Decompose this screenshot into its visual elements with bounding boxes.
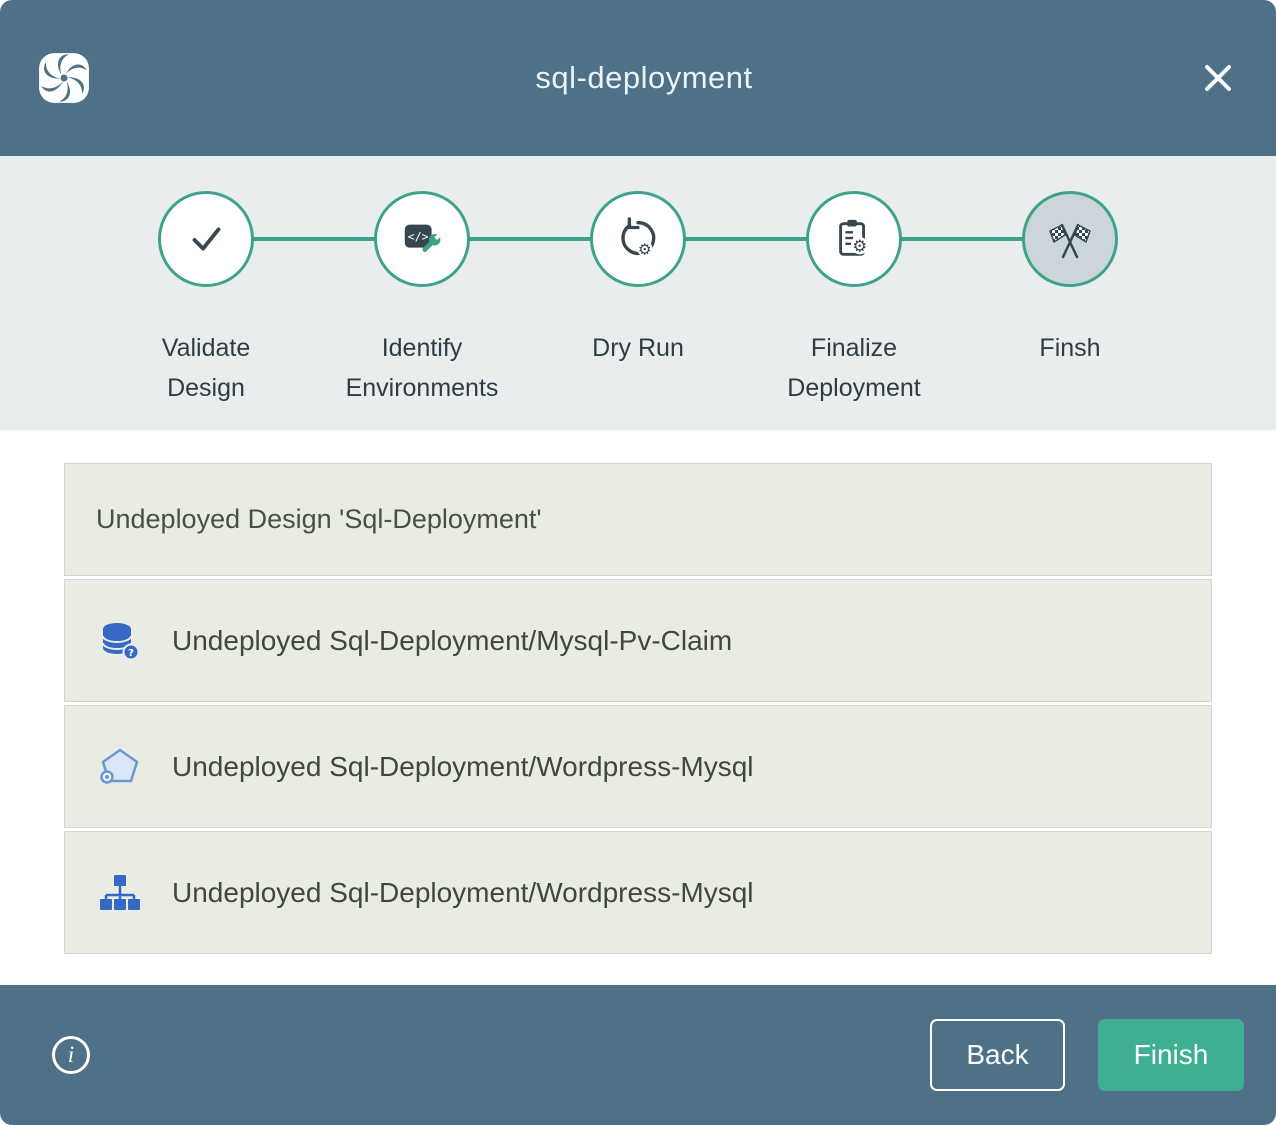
step-label: Identify Environments xyxy=(336,329,508,408)
svg-text:⚙: ⚙ xyxy=(852,236,867,255)
results-panel: Undeployed Design 'Sql-Deployment' ? Und… xyxy=(0,430,1276,985)
result-title: Undeployed Design 'Sql-Deployment' xyxy=(96,504,542,535)
step-label: Finalize Deployment xyxy=(768,329,940,408)
step-circle: </> xyxy=(374,191,470,287)
step-identify-environments: </> Identify Environments xyxy=(314,191,530,408)
pentagon-chart-icon xyxy=(96,743,144,791)
result-row: ? Undeployed Sql-Deployment/Mysql-Pv-Cla… xyxy=(64,579,1212,702)
swirl-logo-icon xyxy=(38,52,90,104)
back-button[interactable]: Back xyxy=(930,1019,1065,1091)
result-text: Undeployed Sql-Deployment/Mysql-Pv-Claim xyxy=(172,625,732,657)
close-icon[interactable] xyxy=(1198,58,1238,98)
info-icon[interactable]: i xyxy=(52,1036,90,1074)
check-icon xyxy=(183,216,229,262)
checkered-flags-icon xyxy=(1046,215,1094,263)
step-label: Dry Run xyxy=(592,329,684,369)
code-wrench-icon: </> xyxy=(399,216,445,262)
svg-text:</>: </> xyxy=(408,229,429,243)
result-text: Undeployed Sql-Deployment/Wordpress-Mysq… xyxy=(172,751,754,783)
history-gear-icon: ⚙ xyxy=(615,216,661,262)
dialog-header: sql-deployment xyxy=(0,0,1276,156)
step-dry-run: ⚙ Dry Run xyxy=(530,191,746,408)
step-circle: ⚙ xyxy=(590,191,686,287)
svg-text:⚙: ⚙ xyxy=(638,240,652,258)
step-finalize-deployment: ⚙ Finalize Deployment xyxy=(746,191,962,408)
clipboard-gear-icon: ⚙ xyxy=(831,216,877,262)
sitemap-icon xyxy=(96,869,144,917)
finish-button[interactable]: Finish xyxy=(1098,1019,1244,1091)
step-label: Finsh xyxy=(1039,329,1100,369)
result-row: Undeployed Sql-Deployment/Wordpress-Mysq… xyxy=(64,705,1212,828)
wizard-dialog: sql-deployment Validate Design < xyxy=(0,0,1276,1125)
dialog-footer: i Back Finish xyxy=(0,985,1276,1125)
svg-text:?: ? xyxy=(128,648,134,659)
wizard-stepper: Validate Design </> Identify Environment… xyxy=(0,156,1276,430)
step-circle xyxy=(158,191,254,287)
step-circle: ⚙ xyxy=(806,191,902,287)
step-circle xyxy=(1022,191,1118,287)
result-title-row: Undeployed Design 'Sql-Deployment' xyxy=(64,463,1212,576)
result-row: Undeployed Sql-Deployment/Wordpress-Mysq… xyxy=(64,831,1212,954)
result-text: Undeployed Sql-Deployment/Wordpress-Mysq… xyxy=(172,877,754,909)
step-finish: Finsh xyxy=(962,191,1178,408)
step-label: Validate Design xyxy=(120,329,292,408)
database-icon: ? xyxy=(96,617,144,665)
dialog-title: sql-deployment xyxy=(90,60,1198,96)
step-validate-design: Validate Design xyxy=(98,191,314,408)
